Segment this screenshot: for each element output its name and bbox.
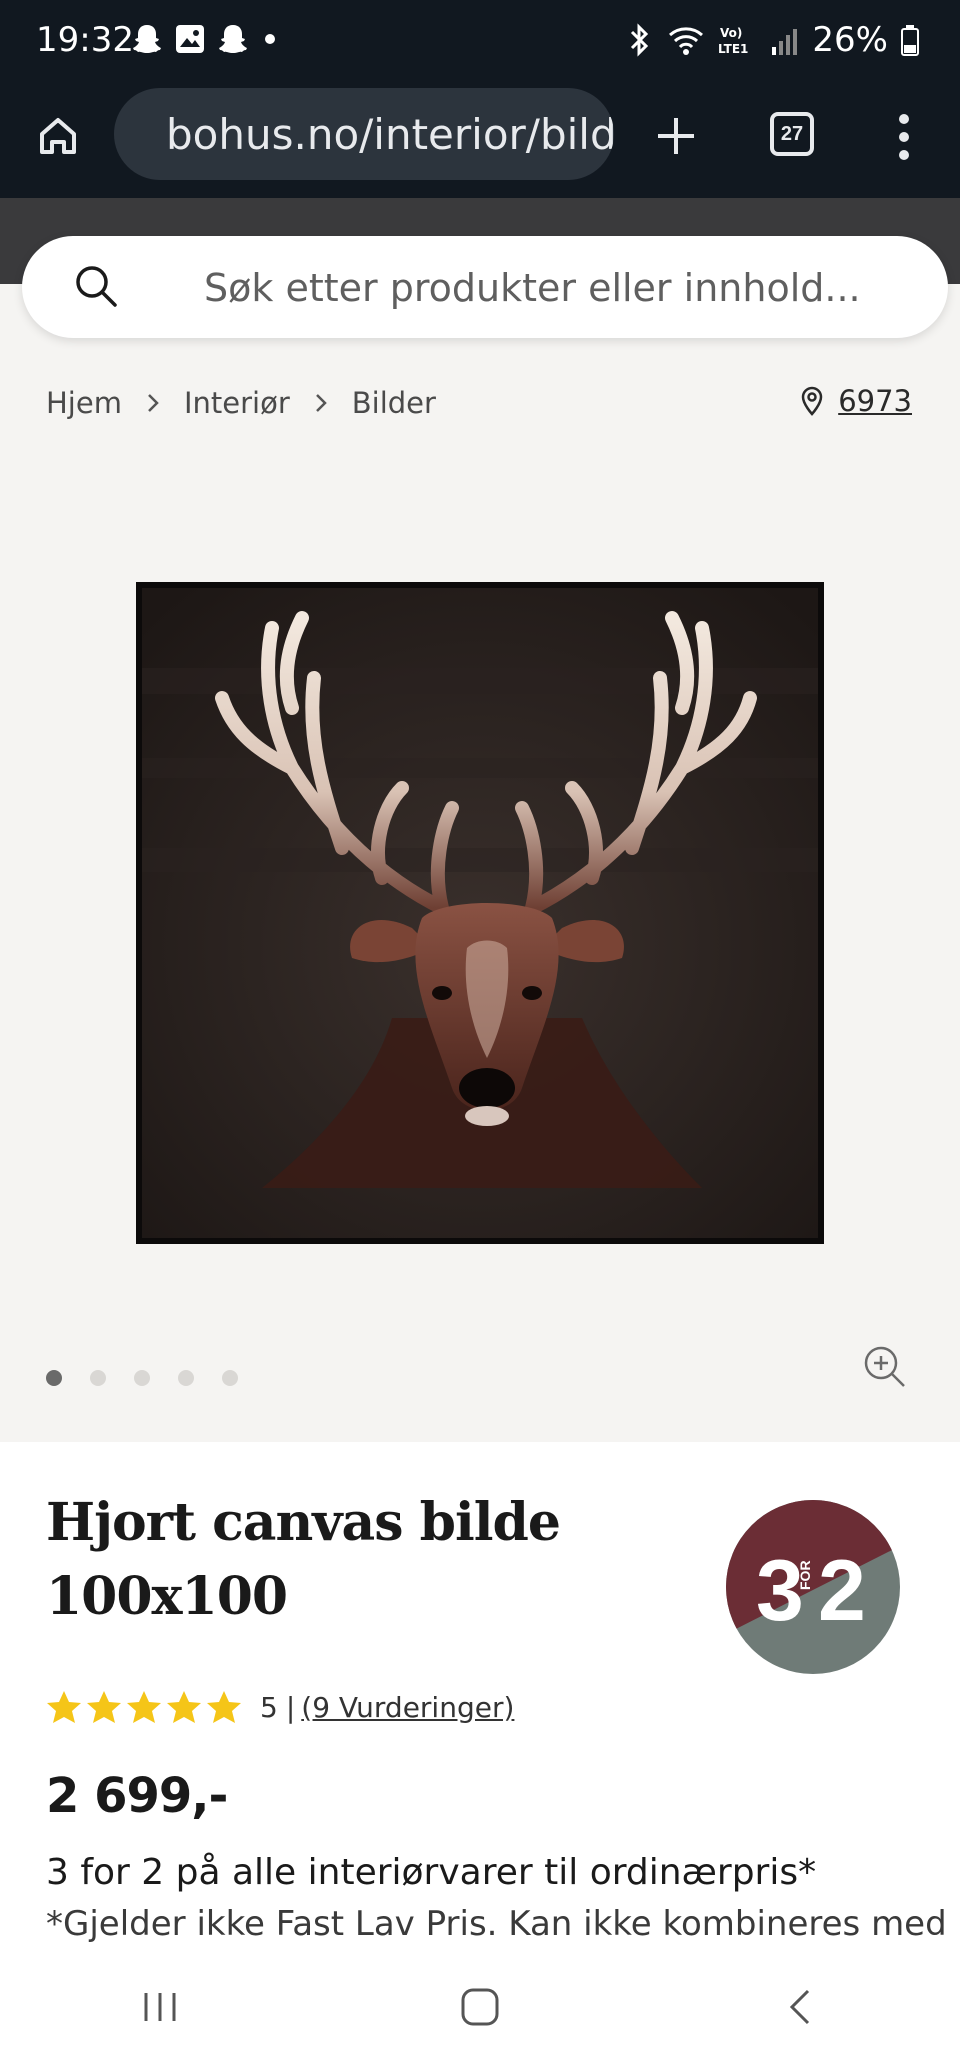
volte-icon: Vo) LTE1 <box>718 26 748 56</box>
wifi-icon <box>669 27 704 55</box>
dot-icon <box>265 34 275 44</box>
home-nav-button[interactable] <box>440 1977 520 2037</box>
battery-level: 26% <box>812 20 888 60</box>
browser-toolbar: bohus.no/interior/bilde 27 <box>0 84 960 198</box>
zoom-button[interactable] <box>862 1344 908 1395</box>
home-button[interactable] <box>28 106 88 166</box>
badge-number-right: 2 <box>818 1543 866 1639</box>
star-icon <box>47 1691 81 1723</box>
url-text: bohus.no/interior/bilde <box>166 109 614 159</box>
star-icon <box>127 1691 161 1723</box>
badge-for-label: FOR <box>797 1560 813 1590</box>
star-icon <box>167 1691 201 1723</box>
zoom-in-icon <box>864 1346 905 1387</box>
gallery-icon <box>176 25 204 53</box>
breadcrumb: Hjem Interiør Bilder <box>46 386 436 420</box>
system-navigation-bar <box>0 1954 960 2059</box>
browser-menu-button[interactable] <box>876 104 932 170</box>
home-square-icon <box>461 1988 499 2025</box>
reviews-link[interactable]: (9 Vurderinger) <box>301 1691 514 1724</box>
home-icon <box>40 118 76 154</box>
snapchat-icon <box>133 25 161 53</box>
new-tab-button[interactable] <box>646 106 706 166</box>
deer-painting <box>142 588 818 1238</box>
svg-text:LTE1: LTE1 <box>718 42 748 56</box>
menu-dot <box>899 150 909 160</box>
breadcrumb-pictures[interactable]: Bilder <box>352 386 436 420</box>
tab-switcher-button[interactable]: 27 <box>770 112 814 156</box>
product-price: 2 699,- <box>46 1768 228 1824</box>
star-icon <box>207 1691 241 1723</box>
star-rating <box>46 1690 242 1724</box>
gallery-dot-2[interactable] <box>90 1370 106 1386</box>
chevron-right-icon <box>142 392 164 414</box>
three-for-two-badge: 3 FOR 2 <box>726 1500 900 1674</box>
store-number: 6973 <box>838 384 912 418</box>
search-icon <box>76 266 117 307</box>
star-icon <box>87 1691 121 1723</box>
rating-separator: | <box>285 1690 296 1724</box>
notification-icons <box>130 22 280 56</box>
store-selector[interactable]: 6973 <box>800 384 912 418</box>
recent-apps-button[interactable] <box>120 1977 200 2037</box>
search-placeholder: Søk etter produkter eller innhold... <box>204 266 861 310</box>
gallery-dot-1[interactable] <box>46 1370 62 1386</box>
back-button[interactable] <box>760 1977 840 2037</box>
breadcrumb-interior[interactable]: Interiør <box>184 386 290 420</box>
product-title-line1: Hjort canvas bilde <box>46 1492 561 1553</box>
promo-title: 3 for 2 på alle interiørvarer til ordinæ… <box>46 1852 817 1893</box>
signal-icon <box>772 29 798 55</box>
product-title: Hjort canvas bilde 100x100 <box>46 1486 606 1634</box>
menu-dot <box>899 114 909 124</box>
plus-icon <box>658 118 694 154</box>
gallery-dot-4[interactable] <box>178 1370 194 1386</box>
gallery-dot-5[interactable] <box>222 1370 238 1386</box>
breadcrumb-home[interactable]: Hjem <box>46 386 122 420</box>
status-time: 19:32 <box>36 20 134 60</box>
menu-dot <box>899 132 909 142</box>
gallery-pagination <box>46 1370 238 1386</box>
bluetooth-icon <box>631 23 649 57</box>
location-pin-icon <box>801 386 823 416</box>
product-rating: 5 | (9 Vurderinger) <box>46 1690 514 1724</box>
recent-apps-icon <box>144 1992 176 2021</box>
snapchat-icon-2 <box>219 25 247 53</box>
rating-value: 5 <box>260 1690 278 1724</box>
gallery-dot-3[interactable] <box>134 1370 150 1386</box>
search-input[interactable]: Søk etter produkter eller innhold... <box>22 236 948 338</box>
product-title-line2: 100x100 <box>46 1566 288 1627</box>
product-image[interactable] <box>136 582 824 1244</box>
status-bar: 19:32 Vo) LTE1 26% <box>0 0 960 84</box>
chevron-right-icon <box>310 392 332 414</box>
address-bar[interactable]: bohus.no/interior/bilde <box>114 88 614 180</box>
badge-number-left: 3 <box>756 1543 804 1639</box>
promo-note: *Gjelder ikke Fast Lav Pris. Kan ikke ko… <box>46 1904 947 1944</box>
svg-text:Vo): Vo) <box>720 26 742 40</box>
status-right: Vo) LTE1 26% <box>626 20 920 60</box>
back-chevron-icon <box>789 1989 810 2024</box>
battery-icon <box>901 25 919 56</box>
